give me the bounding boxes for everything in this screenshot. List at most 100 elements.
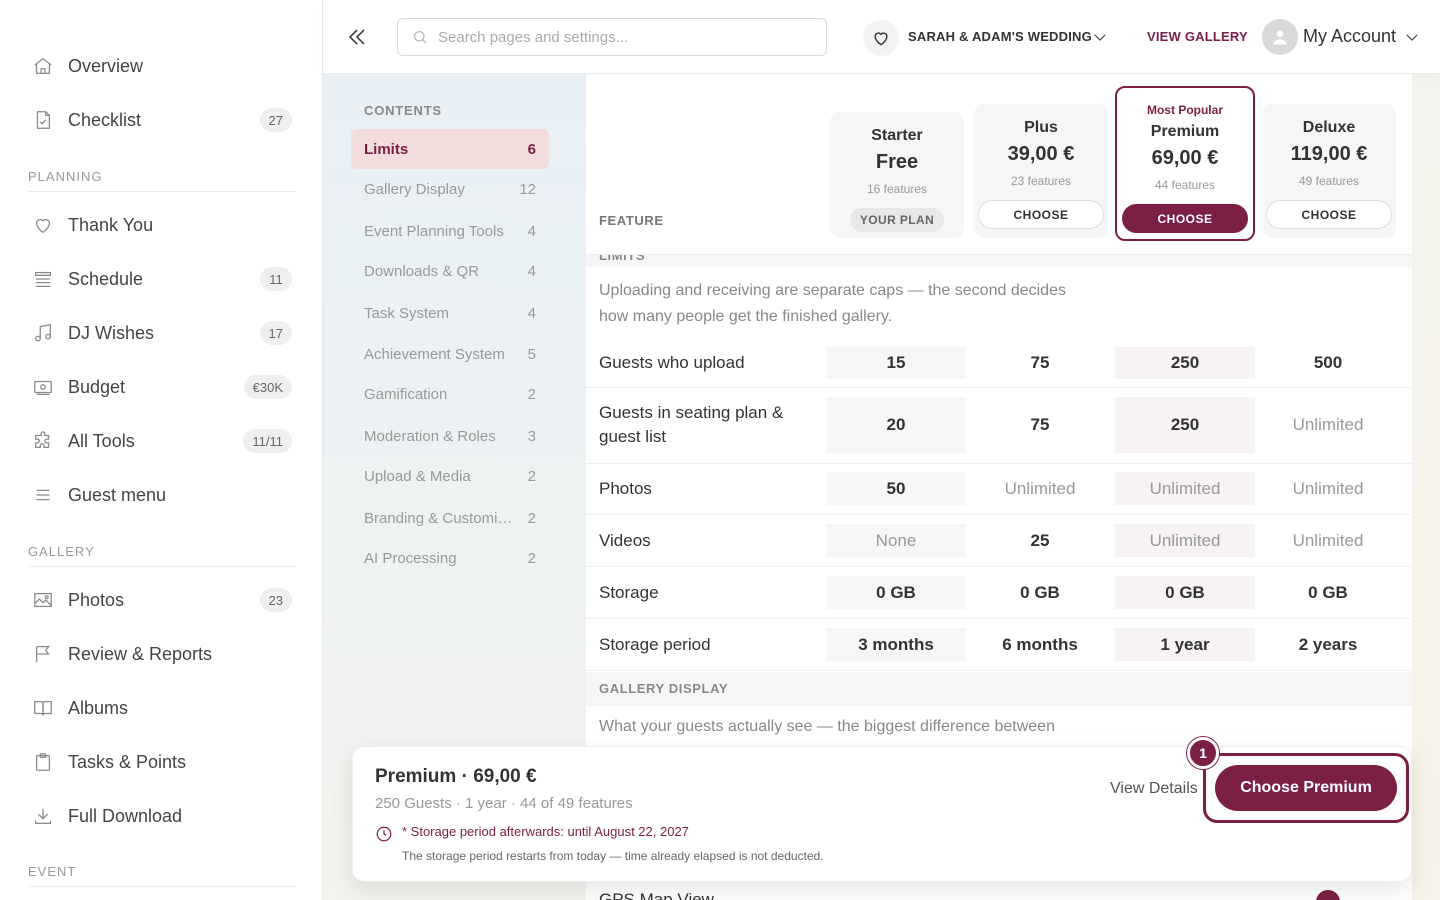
user-icon — [1273, 30, 1287, 45]
toc-item-achievement-system[interactable]: Achievement System 5 — [351, 334, 549, 374]
table-cell: 3 months — [826, 628, 966, 661]
sidebar-item-photos[interactable]: Photos 23 — [28, 580, 292, 620]
toc-item-count: 6 — [527, 140, 536, 158]
puzzle-icon — [28, 430, 60, 452]
toc-item-upload-media[interactable]: Upload & Media 2 — [351, 456, 549, 496]
toc-item-task-system[interactable]: Task System 4 — [351, 293, 549, 333]
event-heart-icon[interactable] — [863, 20, 899, 56]
download-icon — [28, 805, 60, 827]
sidebar-item-guest-menu[interactable]: Guest menu — [28, 475, 292, 515]
plan-feature-count: 16 features — [866, 182, 928, 196]
sidebar-item-schedule[interactable]: Schedule 11 — [28, 259, 292, 299]
plan-price: Free — [875, 151, 919, 173]
view-gallery-link[interactable]: VIEW GALLERY — [1147, 29, 1248, 44]
sidebar-item-full-download[interactable]: Full Download — [28, 796, 292, 836]
plan-card-plus: Plus 39,00 € 23 features CHOOSE — [974, 104, 1108, 238]
storage-note: * Storage period afterwards: until Augus… — [402, 824, 689, 839]
book-icon — [28, 697, 60, 719]
toc-item-branding-customization[interactable]: Branding & Customization 2 — [351, 498, 549, 538]
sidebar-item-label: Review & Reports — [68, 643, 213, 664]
sidebar-item-albums[interactable]: Albums — [28, 688, 292, 728]
account-menu[interactable]: My Account — [1303, 26, 1396, 47]
table-row: Guests in seating plan & guest list 20 7… — [586, 388, 1412, 464]
toc-item-label: Gamification — [364, 385, 448, 403]
sidebar-item-tasks-points[interactable]: Tasks & Points — [28, 742, 292, 782]
avatar[interactable] — [1262, 19, 1298, 55]
toc-item-gamification[interactable]: Gamification 2 — [351, 374, 549, 414]
choose-premium-card-button[interactable]: CHOOSE — [1122, 204, 1248, 233]
plan-card-deluxe: Deluxe 119,00 € 49 features CHOOSE — [1262, 104, 1396, 238]
table-cell: 1 year — [1115, 628, 1255, 661]
sidebar-item-label: Photos — [68, 589, 125, 610]
table-row: Guests who upload 15 75 250 500 — [586, 338, 1412, 388]
sidebar-item-label: All Tools — [68, 430, 135, 451]
sidebar-item-label: Guest menu — [68, 484, 167, 505]
toc-item-count: 2 — [527, 467, 536, 485]
toc-item-label: Achievement System — [364, 345, 505, 363]
table-cell: 0 GB — [1020, 582, 1060, 602]
table-cell: Unlimited — [1292, 415, 1364, 434]
description-line: how many people get the finished gallery… — [599, 308, 893, 325]
toc-item-count: 12 — [519, 180, 536, 198]
sidebar-item-checklist[interactable]: Checklist 27 — [28, 100, 292, 140]
toc-item-label: Gallery Display — [364, 180, 465, 198]
toc-item-label: Downloads & QR — [364, 262, 480, 280]
toc-item-count: 3 — [527, 427, 536, 445]
choose-plus-button[interactable]: CHOOSE — [978, 200, 1104, 229]
choose-deluxe-button[interactable]: CHOOSE — [1266, 200, 1392, 229]
plan-price: 69,00 € — [1151, 147, 1219, 169]
choose-premium-button[interactable]: Choose Premium — [1215, 765, 1397, 811]
description-line: Uploading and receiving are separate cap… — [599, 282, 1066, 299]
table-row: Photos 50 Unlimited Unlimited Unlimited — [586, 464, 1412, 515]
clipboard-icon — [28, 751, 60, 773]
search-icon — [414, 31, 427, 44]
toc-item-label: Moderation & Roles — [364, 427, 496, 445]
search-input[interactable] — [438, 28, 818, 46]
toc-item-count: 5 — [527, 345, 536, 363]
toc-item-gallery-display[interactable]: Gallery Display 12 — [351, 169, 549, 209]
chevron-down-icon[interactable] — [1403, 28, 1421, 46]
count-badge: 17 — [259, 321, 292, 345]
sidebar-item-label: Checklist — [68, 109, 142, 130]
table-row: Videos None 25 Unlimited Unlimited — [586, 515, 1412, 567]
view-details-link[interactable]: View Details — [1110, 780, 1198, 798]
chevron-down-icon[interactable] — [1091, 28, 1109, 46]
sidebar-item-thank-you[interactable]: Thank You — [28, 205, 292, 245]
plan-tier: Deluxe — [1302, 119, 1356, 136]
table-cell: 50 — [826, 472, 966, 505]
sidebar-item-budget[interactable]: Budget €30K — [28, 367, 292, 407]
table-cell: 0 GB — [826, 576, 966, 609]
toc-item-moderation-roles[interactable]: Moderation & Roles 3 — [351, 416, 549, 456]
row-label: Photos — [599, 479, 652, 498]
toc-item-label: Branding & Customization — [364, 509, 520, 527]
sidebar-item-label: Schedule — [68, 268, 144, 289]
contents-heading: CONTENTS — [364, 103, 442, 118]
row-label: Guests in seating plan & guest list — [599, 403, 784, 446]
event-selector[interactable]: SARAH & ADAM'S WEDDING — [908, 29, 1092, 44]
plan-price: 119,00 € — [1290, 143, 1368, 165]
toc-item-limits[interactable]: Limits 6 — [351, 129, 549, 169]
clock-icon — [376, 826, 392, 842]
table-cell: Unlimited — [1292, 478, 1364, 498]
toc-item-label: Upload & Media — [364, 467, 471, 485]
count-badge: 23 — [259, 588, 292, 612]
toc-item-ai-processing[interactable]: AI Processing 2 — [351, 538, 549, 578]
table-cell: Unlimited — [1115, 524, 1255, 557]
most-popular-label: Most Popular — [1146, 103, 1223, 117]
table-cell: 25 — [1030, 530, 1050, 550]
table-cell: None — [826, 524, 966, 557]
count-badge: €30K — [243, 375, 292, 399]
sidebar-item-overview[interactable]: Overview — [28, 46, 292, 86]
table-cell: 2 years — [1298, 634, 1358, 654]
table-cell: 20 — [826, 397, 966, 453]
row-label: Storage period — [599, 635, 711, 654]
toc-item-downloads-qr[interactable]: Downloads & QR 4 — [351, 251, 549, 291]
section-heading-planning: PLANNING — [28, 169, 296, 192]
sidebar-item-dj-wishes[interactable]: DJ Wishes 17 — [28, 313, 292, 353]
choose-premium-highlight: Choose Premium — [1203, 753, 1409, 823]
sidebar-item-all-tools[interactable]: All Tools 11/11 — [28, 421, 292, 461]
collapse-sidebar-icon[interactable] — [345, 25, 369, 49]
sidebar: Overview Checklist 27 PLANNING Thank You… — [0, 0, 323, 900]
sidebar-item-review-reports[interactable]: Review & Reports — [28, 634, 292, 674]
toc-item-event-planning-tools[interactable]: Event Planning Tools 4 — [351, 211, 549, 251]
